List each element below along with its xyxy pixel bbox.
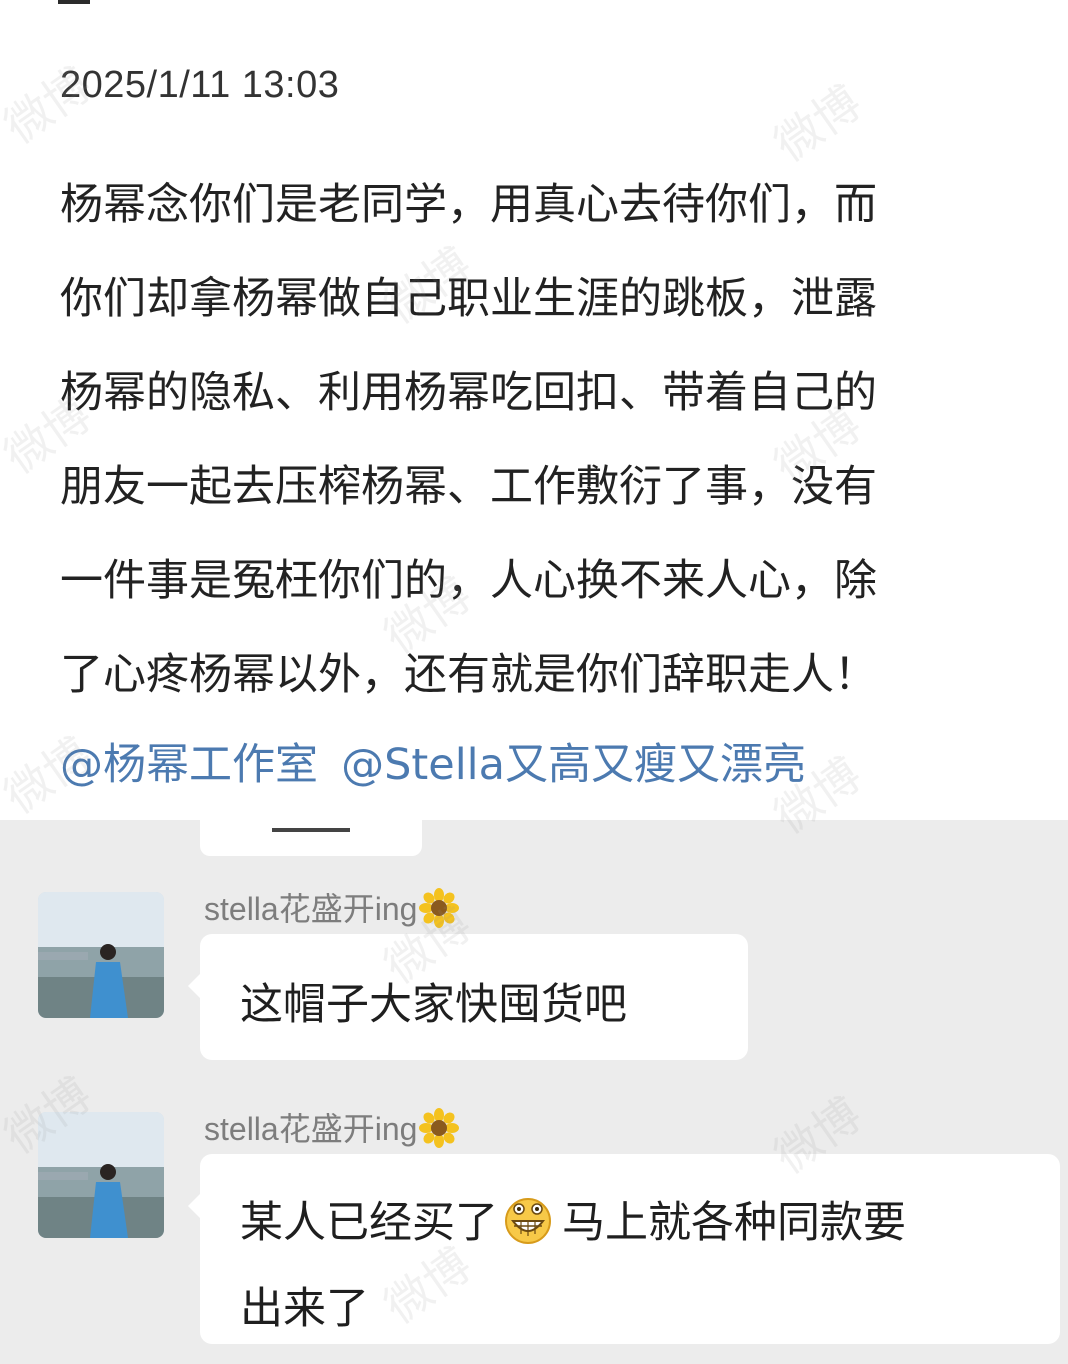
message-line: 出来了: [240, 1284, 369, 1334]
post-body-line: 朋友一起去压榨杨幂、工作敷衍了事，没有: [60, 462, 877, 512]
post-body-line: 一件事是冤枉你们的，人心换不来人心，除: [60, 556, 877, 606]
sunflower-icon: [419, 1107, 460, 1156]
post-body-line: 了心疼杨幂以外，还有就是你们辞职走人！: [60, 650, 877, 700]
top-divider: [58, 0, 90, 4]
message-text: 某人已经买了 马上就各种同款要 出来了: [240, 1184, 1060, 1348]
post-body: 杨幂念你们是老同学，用真心去待你们，而 你们却拿杨幂做自己职业生涯的跳板，泄露 …: [60, 158, 1020, 722]
message-bubble[interactable]: 这帽子大家快囤货吧: [188, 934, 748, 1060]
avatar-photo-icon: [38, 892, 164, 1018]
post-timestamp: 2025/1/11 13:03: [60, 64, 340, 106]
mention-link-stella[interactable]: @Stella又高又瘦又漂亮: [341, 740, 806, 790]
mention-link-yangmi-studio[interactable]: @杨幂工作室: [60, 740, 318, 790]
chat-screenshot: stella花盛开ing 这帽子大家快囤货吧 stella花盛开ing 某人已经…: [0, 816, 1068, 1364]
message-bubble[interactable]: 某人已经买了 马上就各种同款要 出来了: [188, 1154, 1060, 1344]
post-body-line: 杨幂念你们是老同学，用真心去待你们，而: [60, 180, 877, 230]
grin-emoji-icon: [504, 1192, 552, 1270]
post-body-line: 你们却拿杨幂做自己职业生涯的跳板，泄露: [60, 274, 877, 324]
avatar[interactable]: [38, 1112, 164, 1238]
sender-name: stella花盛开ing: [204, 1104, 460, 1156]
avatar[interactable]: [38, 892, 164, 1018]
mention-list: @杨幂工作室 @Stella又高又瘦又漂亮: [60, 730, 824, 794]
previous-message-bubble: [200, 816, 422, 856]
post-body-line: 杨幂的隐私、利用杨幂吃回扣、带着自己的: [60, 368, 877, 418]
message-line: 某人已经买了 马上就各种同款要: [240, 1184, 1060, 1270]
sunflower-icon: [419, 887, 460, 936]
avatar-photo-icon: [38, 1112, 164, 1238]
message-text: 这帽子大家快囤货吧: [240, 980, 627, 1030]
weibo-post: 2025/1/11 13:03 杨幂念你们是老同学，用真心去待你们，而 你们却拿…: [0, 0, 1068, 820]
sender-name: stella花盛开ing: [204, 884, 460, 936]
